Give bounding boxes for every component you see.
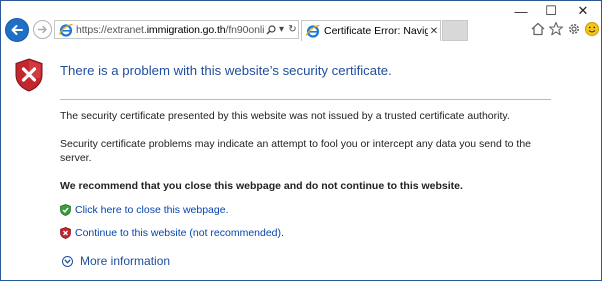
browser-chrome: — ☐ ✕ https://extranet.immigration.go.th… <box>1 1 601 43</box>
address-dropdown-button[interactable]: ▾ <box>276 23 287 37</box>
close-window-button[interactable]: ✕ <box>569 3 597 19</box>
green-shield-check-icon <box>60 204 71 216</box>
forward-button[interactable] <box>33 20 52 39</box>
close-webpage-link[interactable]: Click here to close this webpage. <box>75 204 229 216</box>
ie-logo-icon <box>58 23 73 37</box>
minimize-glyph: — <box>514 3 528 19</box>
continue-to-website-link[interactable]: Continue to this website (not recommende… <box>75 227 284 239</box>
description-paragraph: The security certificate presented by th… <box>60 110 510 122</box>
back-arrow-icon <box>11 25 23 35</box>
tab-label: Certificate Error: Navigation... <box>324 25 428 37</box>
close-glyph: ✕ <box>577 3 589 18</box>
continue-link-row[interactable]: Continue to this website (not recommende… <box>60 227 284 239</box>
error-shield-icon <box>15 58 43 92</box>
url-prefix: https://extranet. <box>76 23 147 36</box>
refresh-button[interactable]: ↻ <box>287 23 298 37</box>
more-information-toggle[interactable]: More information <box>62 254 170 268</box>
url-domain: immigration.go.th <box>146 23 226 36</box>
error-page: There is a problem with this website’s s… <box>1 43 601 280</box>
settings-gear-icon[interactable] <box>566 21 582 37</box>
feedback-smiley-icon[interactable] <box>584 21 600 37</box>
address-url[interactable]: https://extranet.immigration.go.th/fn90o… <box>76 24 265 36</box>
tab-certificate-error[interactable]: Certificate Error: Navigation... ✕ <box>301 20 441 41</box>
maximize-button[interactable]: ☐ <box>537 3 565 19</box>
address-bar[interactable]: https://extranet.immigration.go.th/fn90o… <box>54 20 299 39</box>
chevron-down-circle-icon <box>62 255 73 267</box>
back-button[interactable] <box>5 18 29 42</box>
ie-tab-icon <box>305 24 320 38</box>
address-search-button[interactable] <box>265 23 276 37</box>
recommendation-text: We recommend that you close this webpage… <box>60 180 463 192</box>
favorites-star-icon[interactable] <box>548 21 564 37</box>
divider <box>60 99 551 100</box>
more-information-label: More information <box>80 254 171 268</box>
warning-paragraph: Security certificate problems may indica… <box>60 138 532 164</box>
forward-arrow-icon <box>37 25 47 34</box>
close-page-link-row[interactable]: Click here to close this webpage. <box>60 204 229 216</box>
tab-close-button[interactable]: ✕ <box>428 26 440 37</box>
url-suffix: /fn90online <box>225 23 265 36</box>
red-shield-x-icon <box>60 227 71 239</box>
page-title: There is a problem with this website’s s… <box>60 63 392 78</box>
search-icon <box>266 24 276 34</box>
minimize-button[interactable]: — <box>507 3 535 19</box>
home-icon[interactable] <box>530 21 546 37</box>
maximize-glyph: ☐ <box>545 3 557 18</box>
new-tab-button[interactable] <box>442 20 468 41</box>
